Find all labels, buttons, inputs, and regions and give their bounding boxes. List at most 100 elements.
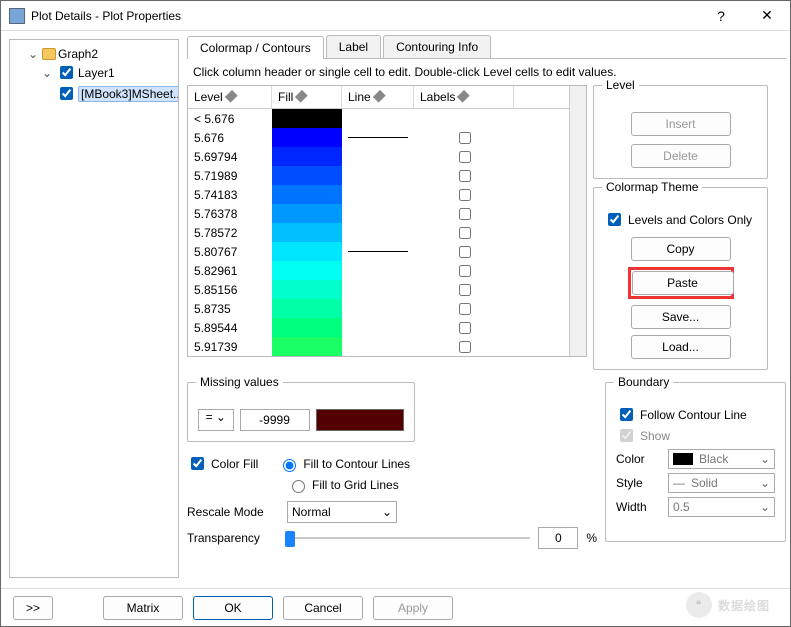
tab-colormap[interactable]: Colormap / Contours — [187, 36, 324, 59]
transparency-slider[interactable] — [285, 528, 530, 548]
item-checkbox[interactable] — [60, 87, 73, 100]
fill-cell[interactable] — [272, 204, 342, 223]
line-cell[interactable] — [342, 261, 414, 280]
label-checkbox[interactable] — [459, 208, 471, 220]
table-row[interactable]: 5.82961 — [188, 261, 586, 280]
labels-cell[interactable] — [414, 262, 514, 280]
ok-button[interactable]: OK — [193, 596, 273, 620]
labels-cell[interactable] — [414, 300, 514, 318]
fill-cell[interactable] — [272, 280, 342, 299]
line-cell[interactable] — [342, 318, 414, 337]
labels-cell[interactable] — [414, 243, 514, 261]
th-fill[interactable]: Fill — [272, 86, 342, 108]
table-scrollbar[interactable] — [569, 86, 586, 356]
table-row[interactable]: 5.76378 — [188, 204, 586, 223]
missing-op-select[interactable]: = ⌄ — [198, 409, 234, 431]
line-cell[interactable] — [342, 204, 414, 223]
matrix-button[interactable]: Matrix — [103, 596, 183, 620]
paste-button[interactable]: Paste — [632, 271, 734, 295]
level-cell[interactable]: 5.676 — [188, 131, 272, 145]
layer-checkbox[interactable] — [60, 66, 73, 79]
rescale-mode-select[interactable]: Normal — [287, 501, 397, 523]
label-checkbox[interactable] — [459, 341, 471, 353]
transparency-value[interactable] — [538, 527, 578, 549]
table-row[interactable]: < 5.676 — [188, 109, 586, 128]
line-cell[interactable] — [342, 147, 414, 166]
copy-button[interactable]: Copy — [631, 237, 731, 261]
level-cell[interactable]: 5.76378 — [188, 207, 272, 221]
label-checkbox[interactable] — [459, 227, 471, 239]
colormap-table[interactable]: Level Fill Line Labels < 5.6765.6765.697… — [187, 85, 587, 357]
label-checkbox[interactable] — [459, 132, 471, 144]
level-cell[interactable]: 5.82961 — [188, 264, 272, 278]
level-cell[interactable]: 5.74183 — [188, 188, 272, 202]
save-button[interactable]: Save... — [631, 305, 731, 329]
line-cell[interactable] — [342, 128, 414, 147]
fill-cell[interactable] — [272, 147, 342, 166]
level-cell[interactable]: < 5.676 — [188, 112, 272, 126]
help-button[interactable]: ? — [698, 1, 744, 31]
level-cell[interactable]: 5.91739 — [188, 340, 272, 354]
tree-node-graph[interactable]: ⌄ Graph2 — [14, 46, 174, 62]
line-cell[interactable] — [342, 185, 414, 204]
missing-color-swatch[interactable] — [316, 409, 404, 431]
label-checkbox[interactable] — [459, 265, 471, 277]
fill-cell[interactable] — [272, 166, 342, 185]
tab-contouring-info[interactable]: Contouring Info — [383, 35, 491, 58]
labels-cell[interactable] — [414, 319, 514, 337]
table-row[interactable]: 5.676 — [188, 128, 586, 147]
line-cell[interactable] — [342, 109, 414, 128]
chevron-down-icon[interactable]: ⌄ — [28, 47, 40, 61]
level-cell[interactable]: 5.69794 — [188, 150, 272, 164]
expand-button[interactable]: >> — [13, 596, 53, 620]
table-row[interactable]: 5.85156 — [188, 280, 586, 299]
fill-cell[interactable] — [272, 261, 342, 280]
table-row[interactable]: 5.69794 — [188, 147, 586, 166]
line-cell[interactable] — [342, 299, 414, 318]
level-cell[interactable]: 5.71989 — [188, 169, 272, 183]
fill-cell[interactable] — [272, 223, 342, 242]
levels-colors-only-checkbox[interactable] — [608, 213, 621, 226]
fill-grid-radio[interactable] — [292, 480, 305, 493]
table-row[interactable]: 5.80767 — [188, 242, 586, 261]
level-cell[interactable]: 5.78572 — [188, 226, 272, 240]
load-button[interactable]: Load... — [631, 335, 731, 359]
missing-value-input[interactable] — [240, 409, 310, 431]
tree-node-item[interactable]: [MBook3]MSheet... — [14, 83, 174, 104]
labels-cell[interactable] — [414, 281, 514, 299]
fill-contour-radio[interactable] — [283, 459, 296, 472]
labels-cell[interactable] — [414, 148, 514, 166]
fill-cell[interactable] — [272, 128, 342, 147]
label-checkbox[interactable] — [459, 151, 471, 163]
level-cell[interactable]: 5.8735 — [188, 302, 272, 316]
line-cell[interactable] — [342, 223, 414, 242]
table-row[interactable]: 5.74183 — [188, 185, 586, 204]
level-cell[interactable]: 5.80767 — [188, 245, 272, 259]
label-checkbox[interactable] — [459, 284, 471, 296]
table-row[interactable]: 5.71989 — [188, 166, 586, 185]
tree-node-layer[interactable]: ⌄ Layer1 — [14, 62, 174, 83]
labels-cell[interactable] — [414, 167, 514, 185]
level-cell[interactable]: 5.85156 — [188, 283, 272, 297]
color-fill-checkbox[interactable] — [191, 457, 204, 470]
table-row[interactable]: 5.91739 — [188, 337, 586, 356]
line-cell[interactable] — [342, 280, 414, 299]
label-checkbox[interactable] — [459, 322, 471, 334]
chevron-down-icon[interactable]: ⌄ — [42, 66, 54, 80]
labels-cell[interactable] — [414, 205, 514, 223]
table-row[interactable]: 5.89544 — [188, 318, 586, 337]
line-cell[interactable] — [342, 242, 414, 261]
th-level[interactable]: Level — [188, 86, 272, 108]
label-checkbox[interactable] — [459, 189, 471, 201]
fill-cell[interactable] — [272, 185, 342, 204]
label-checkbox[interactable] — [459, 170, 471, 182]
th-labels[interactable]: Labels — [414, 86, 514, 108]
label-checkbox[interactable] — [459, 303, 471, 315]
follow-contour-checkbox[interactable] — [620, 408, 633, 421]
labels-cell[interactable] — [414, 338, 514, 356]
label-checkbox[interactable] — [459, 246, 471, 258]
fill-cell[interactable] — [272, 299, 342, 318]
line-cell[interactable] — [342, 166, 414, 185]
table-row[interactable]: 5.78572 — [188, 223, 586, 242]
cancel-button[interactable]: Cancel — [283, 596, 363, 620]
